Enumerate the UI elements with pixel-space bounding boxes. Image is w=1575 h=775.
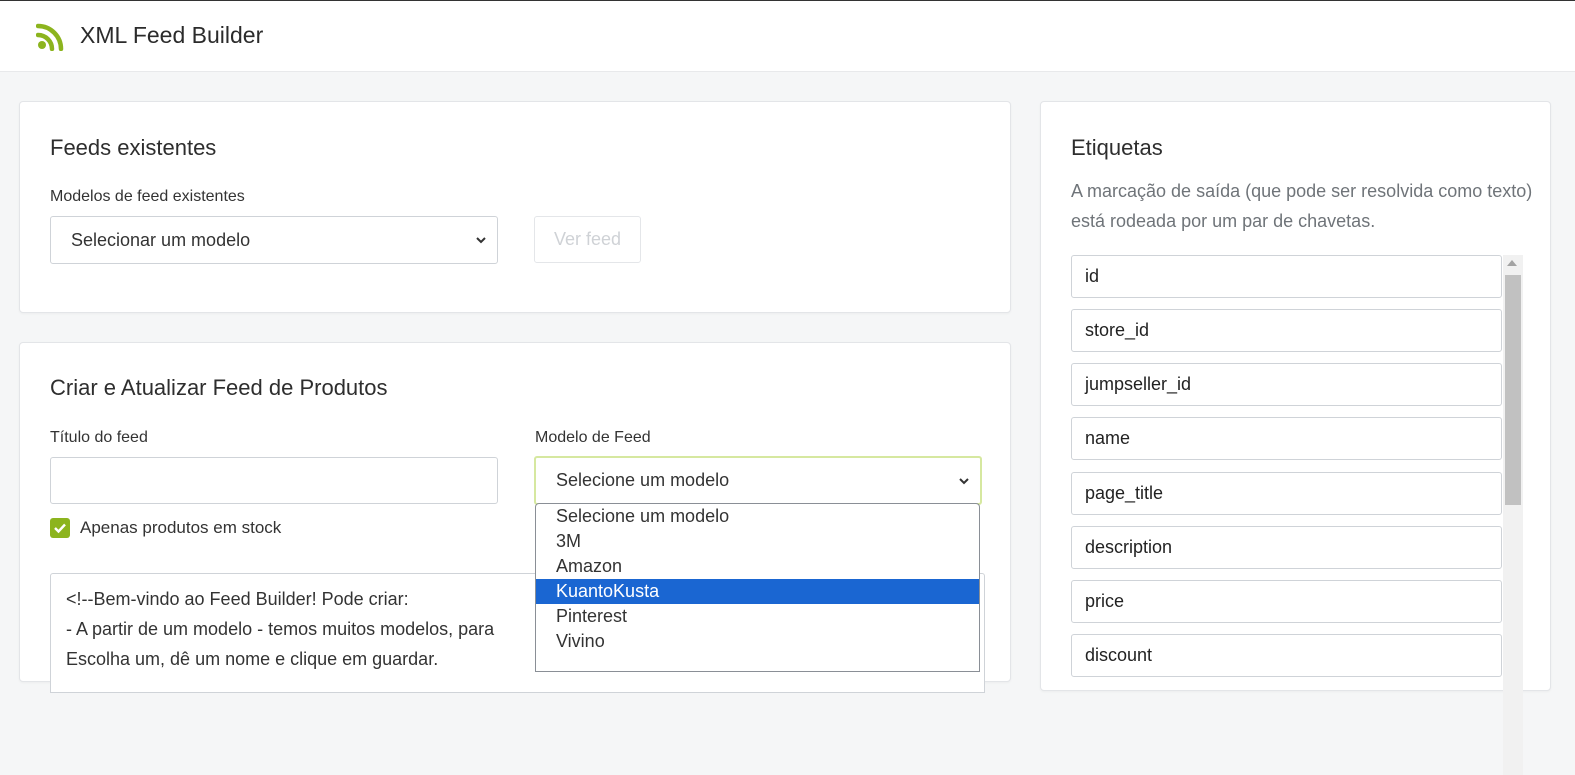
tags-scrollbar[interactable] xyxy=(1503,255,1523,775)
existing-feeds-card: Feeds existentes Modelos de feed existen… xyxy=(19,101,1011,313)
dropdown-option[interactable]: Pinterest xyxy=(536,604,979,629)
feed-title-label: Título do feed xyxy=(50,429,148,446)
stock-only-label: Apenas produtos em stock xyxy=(80,518,282,537)
feed-model-select[interactable]: Selecione um modelo xyxy=(534,456,982,505)
stock-only-checkbox[interactable] xyxy=(50,518,70,538)
feed-model-dropdown-list: Selecione um modelo 3M Amazon KuantoKust… xyxy=(535,503,980,672)
check-icon xyxy=(54,523,66,534)
existing-models-label: Modelos de feed existentes xyxy=(50,188,245,205)
tag-field[interactable]: jumpseller_id xyxy=(1071,363,1502,406)
existing-feeds-heading: Feeds existentes xyxy=(50,135,217,160)
tag-field[interactable]: name xyxy=(1071,417,1502,460)
tag-field[interactable]: page_title xyxy=(1071,472,1502,515)
existing-models-select[interactable]: Selecionar um modelo xyxy=(50,216,498,264)
top-bar: XML Feed Builder xyxy=(0,0,1575,72)
tags-list: id store_id jumpseller_id name page_titl… xyxy=(1071,255,1523,775)
dropdown-option[interactable]: 3M xyxy=(536,529,979,554)
feed-model-label: Modelo de Feed xyxy=(535,429,651,446)
create-feed-heading: Criar e Atualizar Feed de Produtos xyxy=(50,375,388,400)
feed-title-input[interactable] xyxy=(50,457,498,504)
tags-scrollbar-thumb[interactable] xyxy=(1505,275,1521,505)
dropdown-option[interactable]: Vivino xyxy=(536,629,979,654)
tags-description: A marcação de saída (que pode ser resolv… xyxy=(1071,181,1533,231)
view-feed-button[interactable]: Ver feed xyxy=(534,216,641,263)
tags-card: Etiquetas A marcação de saída (que pode … xyxy=(1040,101,1551,775)
rss-icon xyxy=(36,23,64,51)
tag-field[interactable]: description xyxy=(1071,526,1502,569)
tag-field[interactable]: discount xyxy=(1071,634,1502,677)
tag-field[interactable]: id xyxy=(1071,255,1502,298)
app-title: XML Feed Builder xyxy=(80,22,264,48)
existing-models-select-value: Selecionar um modelo xyxy=(71,229,251,250)
feed-model-select-value: Selecione um modelo xyxy=(556,470,730,490)
dropdown-option[interactable]: Selecione um modelo xyxy=(536,504,979,529)
dropdown-option-highlighted[interactable]: KuantoKusta xyxy=(536,579,979,604)
chevron-down-icon xyxy=(959,477,969,484)
tags-heading: Etiquetas xyxy=(1071,135,1163,160)
dropdown-option[interactable]: Amazon xyxy=(536,554,979,579)
tag-field[interactable]: store_id xyxy=(1071,309,1502,352)
scroll-up-icon[interactable] xyxy=(1507,260,1517,266)
chevron-down-icon xyxy=(476,237,486,244)
tag-field[interactable]: price xyxy=(1071,580,1502,623)
